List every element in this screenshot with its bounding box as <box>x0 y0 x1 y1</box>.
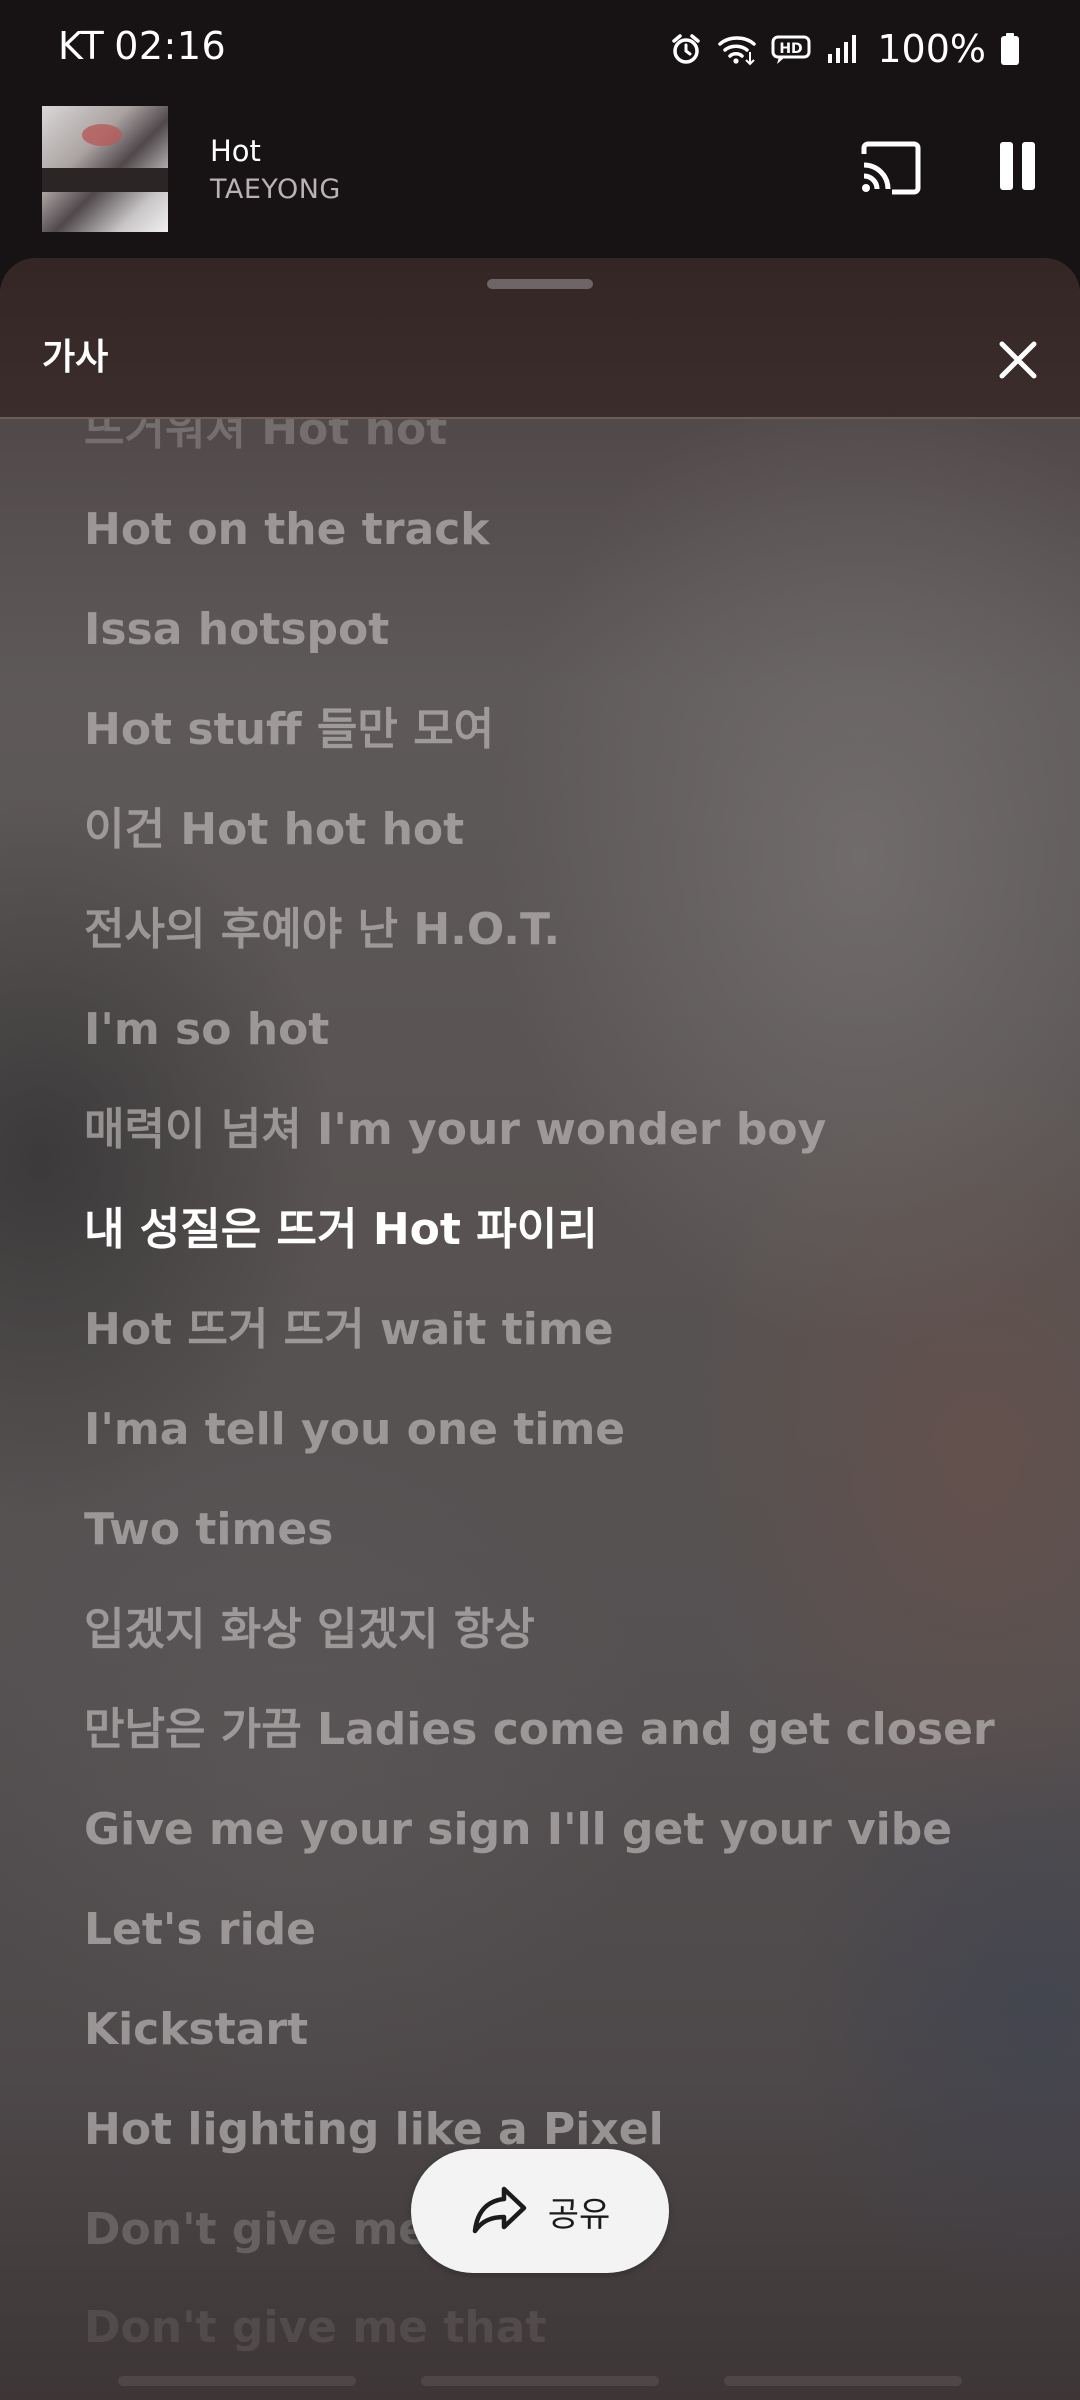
share-button[interactable]: 공유 <box>411 2149 669 2273</box>
status-left: KT 02:16 <box>58 24 226 68</box>
alarm-icon <box>669 32 703 66</box>
svg-text:HD: HD <box>780 41 803 57</box>
lyric-line[interactable]: Issa hotspot <box>84 600 389 660</box>
cast-icon <box>861 141 921 195</box>
share-icon <box>472 2186 526 2234</box>
carrier-label: KT <box>58 24 105 68</box>
lyric-line[interactable]: 만남은 가끔 Ladies come and get closer <box>84 1700 995 1760</box>
mini-player[interactable]: Hot TAEYONG <box>0 98 1080 258</box>
nav-recents-handle[interactable] <box>118 2376 356 2386</box>
lyric-line[interactable]: 이건 Hot hot hot <box>84 800 464 860</box>
signal-icon <box>825 32 859 66</box>
lyric-line[interactable]: I'm so hot <box>84 1000 329 1060</box>
lyric-line[interactable]: Don't give me that <box>84 2298 546 2358</box>
battery-percentage: 100% <box>877 27 986 71</box>
nav-back-handle[interactable] <box>724 2376 962 2386</box>
lyric-line[interactable]: 뜨거워져 Hot hot <box>84 419 447 460</box>
sheet-title: 가사 <box>42 337 109 378</box>
share-label: 공유 <box>547 2194 611 2235</box>
lyric-line[interactable]: I'ma tell you one time <box>84 1400 625 1460</box>
track-title: Hot <box>210 134 261 168</box>
status-bar: KT 02:16 HD 100% <box>0 0 1080 98</box>
lyric-line-active[interactable]: 내 성질은 뜨거 Hot 파이리 <box>84 1200 598 1260</box>
wifi-icon <box>717 32 757 66</box>
pause-button[interactable] <box>996 142 1038 196</box>
lyric-line[interactable]: 매력이 넘쳐 I'm your wonder boy <box>84 1100 826 1160</box>
nav-home-handle[interactable] <box>421 2376 659 2386</box>
battery-icon <box>1000 32 1020 66</box>
lyric-line[interactable]: Two times <box>84 1500 333 1560</box>
lyric-line[interactable]: Let's ride <box>84 1900 316 1960</box>
lyric-line[interactable]: Kickstart <box>84 2000 308 2060</box>
cast-button[interactable] <box>858 140 924 196</box>
lyric-line[interactable]: Hot stuff 들만 모여 <box>84 700 494 760</box>
close-icon <box>999 341 1037 379</box>
status-icons: HD 100% <box>669 22 1020 76</box>
clock: 02:16 <box>114 24 227 68</box>
drag-handle[interactable] <box>487 279 593 289</box>
lyric-line[interactable]: 입겠지 화상 입겠지 항상 <box>84 1600 535 1660</box>
track-artist: TAEYONG <box>210 174 341 205</box>
navigation-bar <box>0 2360 1080 2400</box>
lyric-line[interactable]: Hot 뜨거 뜨거 wait time <box>84 1300 614 1360</box>
lyric-line[interactable]: 전사의 후예야 난 H.O.T. <box>84 900 560 960</box>
lyric-line[interactable]: Hot on the track <box>84 500 490 560</box>
sheet-header: 가사 <box>0 258 1080 418</box>
lyric-line[interactable]: Give me your sign I'll get your vibe <box>84 1800 952 1860</box>
album-art <box>42 106 168 232</box>
lyrics-list[interactable]: 뜨거워져 Hot hot Hot on the track Issa hotsp… <box>0 419 1080 2369</box>
lyrics-sheet: 가사 뜨거워져 Hot hot Hot on the track Issa ho… <box>0 258 1080 2400</box>
close-button[interactable] <box>990 332 1046 388</box>
header-divider <box>0 417 1080 419</box>
hd-voice-icon: HD <box>771 32 811 66</box>
